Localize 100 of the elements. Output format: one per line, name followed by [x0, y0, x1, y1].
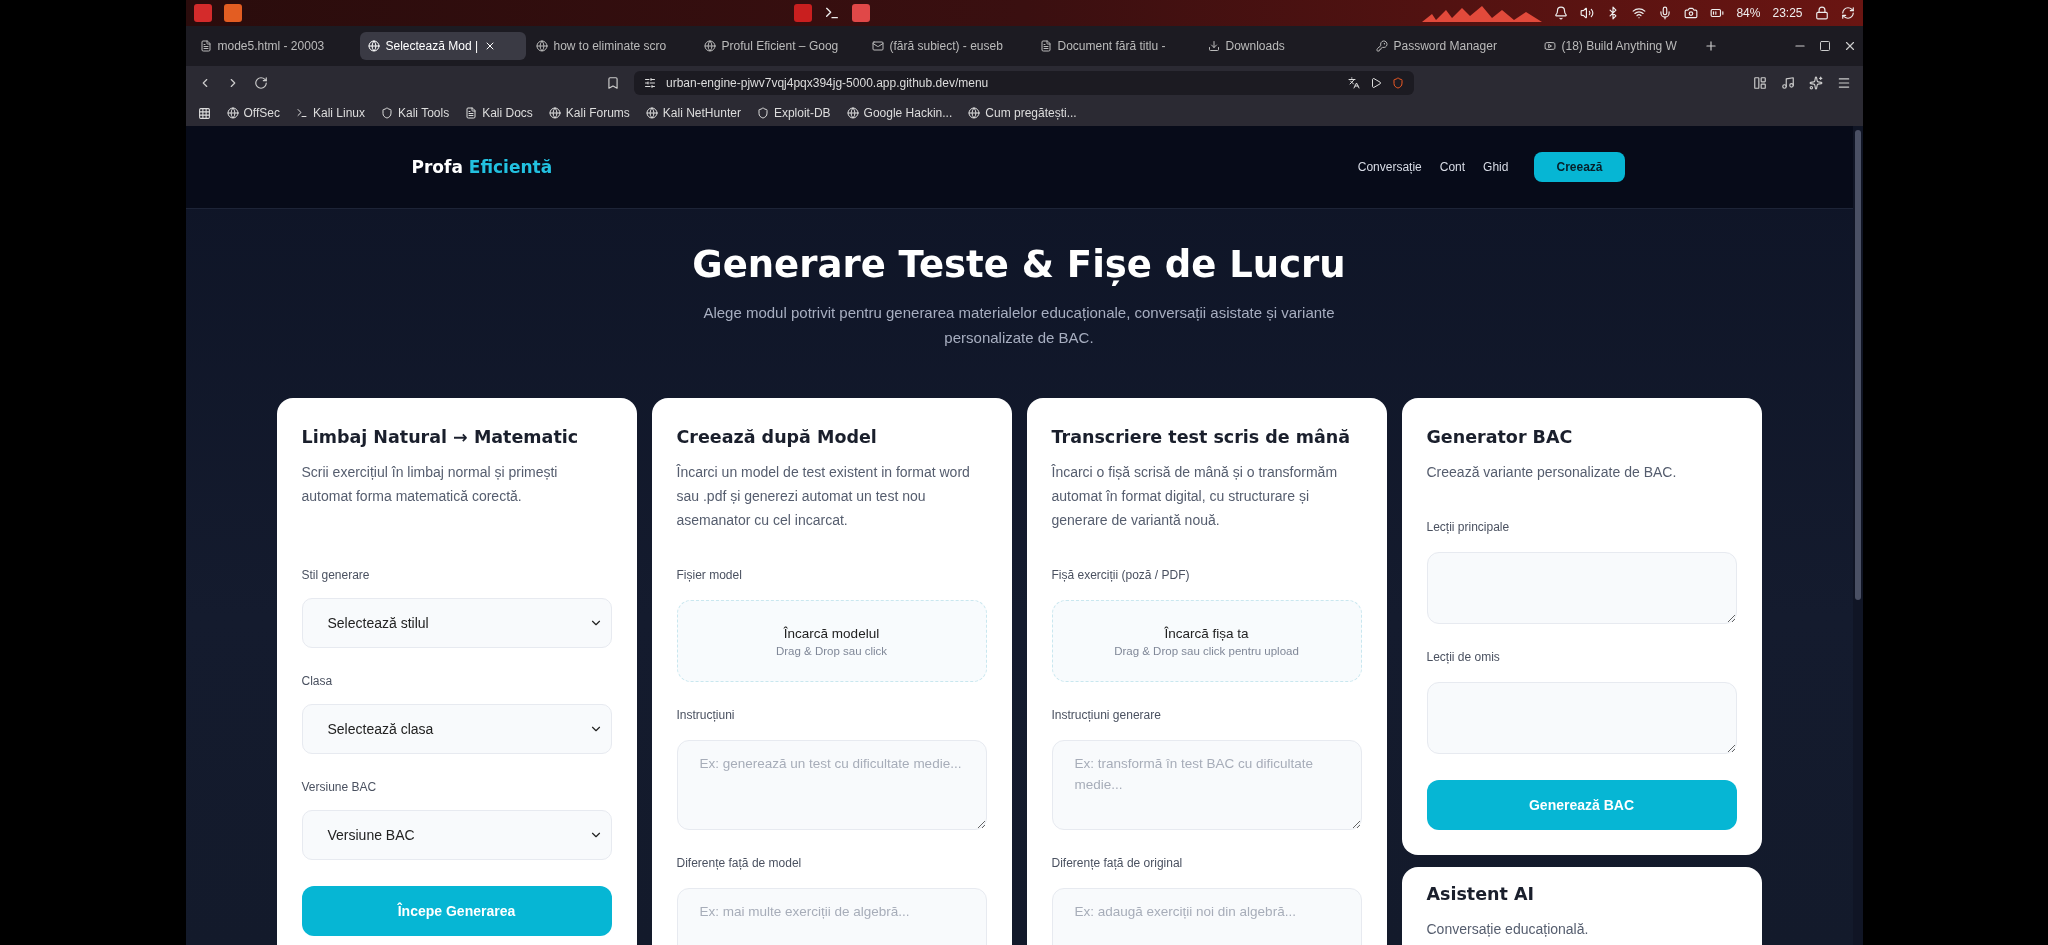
shield-icon[interactable] — [1392, 77, 1404, 89]
bookmark-label: Google Hackin... — [863, 106, 953, 120]
music-icon[interactable] — [1780, 76, 1795, 90]
maximize-icon[interactable] — [1818, 40, 1831, 52]
camera-icon[interactable] — [1684, 6, 1699, 20]
bookmark-favicon-icon — [756, 107, 769, 119]
upload-hint: Drag & Drop sau click pentru upload — [1114, 644, 1299, 657]
translate-icon[interactable] — [1348, 77, 1360, 89]
bookmark-item[interactable]: Kali Tools — [381, 106, 450, 120]
bookmark-label: Exploit-DB — [773, 106, 831, 120]
browser-tab[interactable]: how to eliminate scro — [527, 32, 694, 60]
textarea-field[interactable]: Ex: adaugă exerciții noi din algebră... — [1051, 888, 1362, 945]
bookmark-favicon-icon — [381, 107, 393, 119]
field-label: Diferențe față de model — [676, 856, 803, 870]
nav-link[interactable]: Conversație — [1357, 160, 1422, 174]
field-label: Instrucțiuni generare — [1051, 708, 1162, 722]
bookmark-favicon-icon — [846, 107, 859, 119]
scrollbar[interactable] — [1852, 126, 1863, 945]
address-field[interactable]: urban-engine-pjwv7vqj4pqx394jg-5000.app.github.dev/menu — [634, 71, 1414, 95]
browser-tab[interactable]: Document fără titlu - — [1031, 32, 1198, 60]
bookmark-favicon-icon — [968, 107, 981, 119]
upload-hint: Drag & Drop sau click — [775, 644, 888, 657]
nav-link[interactable]: Ghid — [1483, 160, 1509, 174]
close-icon[interactable] — [484, 40, 496, 52]
tab-title: Document fără titlu - — [1057, 39, 1166, 53]
bookmark-item[interactable]: Kali Forums — [548, 106, 630, 120]
refresh-icon[interactable] — [1840, 6, 1855, 20]
bookmark-label: Cum pregătești... — [985, 106, 1077, 120]
clock: 23:25 — [1772, 6, 1803, 20]
select-field[interactable]: Versiune BAC — [301, 810, 612, 860]
nav-link[interactable]: Cont — [1439, 160, 1466, 174]
browser-tab[interactable]: Downloads — [1199, 32, 1366, 60]
select-field[interactable]: Selectează clasa — [301, 704, 612, 754]
page-title: Generare Teste & Fișe de Lucru — [692, 243, 1346, 286]
bookmark-item[interactable]: Cum pregătești... — [968, 106, 1077, 120]
create-button[interactable]: Creează — [1534, 152, 1625, 182]
reload-icon[interactable] — [253, 76, 268, 90]
battery-percent: 84% — [1736, 6, 1761, 20]
tab-title: how to eliminate scro — [553, 39, 667, 53]
browser-tab[interactable]: Selectează Mod | — [359, 32, 526, 60]
bookmark-label: Kali Docs — [482, 106, 533, 120]
tab-title: Selectează Mod | — [385, 39, 478, 53]
tab-favicon-icon — [1039, 40, 1052, 52]
textarea-field[interactable] — [1426, 552, 1737, 624]
browser-tab[interactable]: Password Manager — [1367, 32, 1534, 60]
field-label: Fișier model — [676, 568, 743, 582]
site-settings-icon[interactable] — [644, 77, 656, 89]
textarea-field[interactable]: Ex: mai multe exerciții de algebră... — [676, 888, 987, 945]
card-description: Conversație educațională. — [1426, 920, 1590, 939]
browser-tab[interactable]: (fără subiect) - euseb — [863, 32, 1030, 60]
wifi-icon[interactable] — [1632, 6, 1647, 20]
tab-title: mode5.html - 20003 — [217, 39, 325, 53]
bookmark-label: OffSec — [243, 106, 280, 120]
field-label: Clasa — [301, 674, 334, 688]
tab-favicon-icon — [1543, 40, 1556, 52]
browser-tab[interactable]: (18) Build Anything W — [1535, 32, 1702, 60]
bookmark-favicon-icon — [548, 107, 561, 119]
textarea-field[interactable]: Ex: transformă în test BAC cu dificultate medie... — [1051, 740, 1362, 830]
microphone-icon[interactable] — [1658, 6, 1673, 20]
bookmark-item[interactable]: Kali NetHunter — [645, 106, 741, 120]
extensions-icon[interactable] — [1808, 76, 1823, 90]
bookmark-item[interactable]: Kali Linux — [295, 106, 365, 120]
bookmark-item[interactable]: Google Hackin... — [846, 106, 953, 120]
field-label: Stil generare — [301, 568, 371, 582]
tab-favicon-icon — [703, 40, 716, 52]
new-tab-icon[interactable] — [1703, 39, 1718, 53]
play-icon[interactable] — [1370, 77, 1382, 89]
bookmark-item[interactable]: Kali Docs — [465, 106, 533, 120]
select-field[interactable]: Selectează stilul — [301, 598, 612, 648]
tab-title: Proful Eficient – Goog — [721, 39, 839, 53]
terminal-icon[interactable] — [823, 5, 840, 21]
browser-tab[interactable]: mode5.html - 20003 — [191, 32, 358, 60]
upload-dropzone[interactable]: Încarcă modelul Drag & Drop sau click — [676, 600, 987, 682]
tab-title: Password Manager — [1393, 39, 1497, 53]
battery-icon — [1710, 6, 1725, 20]
bookmark-favicon-icon — [465, 107, 478, 119]
bookmark-item[interactable]: Exploit-DB — [756, 106, 831, 120]
sidebar-icon[interactable] — [1752, 76, 1767, 90]
menu-icon[interactable] — [1836, 76, 1851, 90]
volume-icon[interactable] — [1580, 6, 1595, 20]
browser-tab[interactable]: Proful Eficient – Goog — [695, 32, 862, 60]
field-label: Lecții principale — [1426, 520, 1511, 534]
upload-title: Încarcă fișa ta — [1164, 625, 1249, 641]
bell-icon[interactable] — [1554, 6, 1569, 20]
card-title: Generator BAC — [1426, 426, 1574, 449]
bookmark-label: Kali Tools — [398, 106, 450, 120]
card-title: Limbaj Natural → Matematic — [301, 426, 580, 449]
tab-favicon-icon — [535, 40, 548, 52]
apps-icon[interactable] — [197, 106, 211, 120]
lock-icon[interactable] — [1814, 6, 1829, 20]
card-description: Încarci o fișă scrisă de mână și o transformăm automat în format digital, cu structurare și generare de variantă nouă. — [1051, 463, 1339, 530]
tab-favicon-icon — [1375, 40, 1388, 52]
bookmark-icon[interactable] — [606, 76, 620, 90]
site-logo[interactable]: Profa Eficientă — [411, 157, 553, 177]
bookmark-favicon-icon — [226, 107, 239, 119]
bookmark-item[interactable]: OffSec — [226, 106, 280, 120]
bookmark-label: Kali Forums — [565, 106, 630, 120]
textarea-field[interactable] — [1426, 682, 1737, 754]
upload-dropzone[interactable]: Încarcă fișa ta Drag & Drop sau click pentru upload — [1051, 600, 1362, 682]
textarea-field[interactable]: Ex: generează un test cu dificultate medie... — [676, 740, 987, 830]
